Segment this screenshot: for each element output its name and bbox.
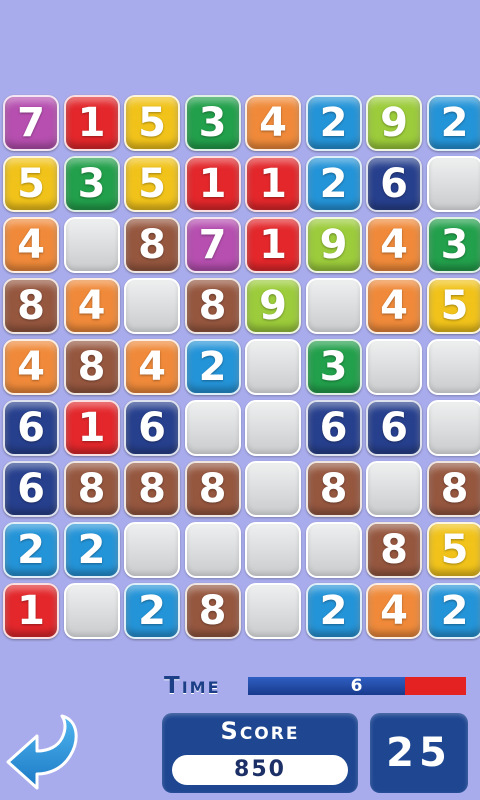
empty-cell[interactable] — [305, 278, 362, 334]
number-tile-9[interactable]: 9 — [366, 95, 422, 151]
number-tile-8[interactable]: 8 — [184, 461, 241, 517]
number-tile-2[interactable]: 2 — [305, 95, 362, 151]
number-tile-4[interactable]: 4 — [3, 339, 59, 395]
level-value: 25 — [386, 730, 452, 776]
empty-cell[interactable] — [124, 278, 180, 334]
number-tile-8[interactable]: 8 — [63, 339, 120, 395]
score-label: Score — [220, 717, 300, 745]
empty-cell[interactable] — [245, 339, 301, 395]
number-tile-8[interactable]: 8 — [63, 461, 120, 517]
empty-cell[interactable] — [426, 156, 480, 212]
time-label: Time — [164, 673, 221, 699]
empty-cell[interactable] — [305, 522, 362, 578]
empty-cell[interactable] — [63, 217, 120, 273]
number-tile-5[interactable]: 5 — [124, 95, 180, 151]
number-tile-6[interactable]: 6 — [124, 400, 180, 456]
number-tile-1[interactable]: 1 — [245, 156, 301, 212]
empty-cell[interactable] — [245, 461, 301, 517]
number-tile-3[interactable]: 3 — [305, 339, 362, 395]
number-tile-6[interactable]: 6 — [3, 400, 59, 456]
empty-cell[interactable] — [245, 400, 301, 456]
number-tile-8[interactable]: 8 — [305, 461, 362, 517]
empty-cell[interactable] — [426, 400, 480, 456]
number-tile-4[interactable]: 4 — [3, 217, 59, 273]
number-tile-1[interactable]: 1 — [63, 400, 120, 456]
number-tile-9[interactable]: 9 — [245, 278, 301, 334]
number-tile-2[interactable]: 2 — [426, 95, 480, 151]
number-tile-3[interactable]: 3 — [426, 217, 480, 273]
empty-cell[interactable] — [124, 522, 180, 578]
curved-back-arrow-icon — [6, 714, 78, 790]
number-tile-4[interactable]: 4 — [124, 339, 180, 395]
number-tile-1[interactable]: 1 — [63, 95, 120, 151]
empty-cell[interactable] — [245, 583, 301, 639]
score-value: 850 — [172, 755, 348, 785]
number-tile-7[interactable]: 7 — [184, 217, 241, 273]
number-tile-4[interactable]: 4 — [366, 278, 422, 334]
number-tile-8[interactable]: 8 — [184, 583, 241, 639]
number-tile-6[interactable]: 6 — [366, 400, 422, 456]
number-tile-4[interactable]: 4 — [63, 278, 120, 334]
number-tile-5[interactable]: 5 — [426, 278, 480, 334]
empty-cell[interactable] — [366, 461, 422, 517]
number-tile-5[interactable]: 5 — [124, 156, 180, 212]
number-tile-9[interactable]: 9 — [305, 217, 362, 273]
time-value: 6 — [350, 676, 364, 696]
number-tile-7[interactable]: 7 — [3, 95, 59, 151]
number-tile-2[interactable]: 2 — [124, 583, 180, 639]
number-tile-1[interactable]: 1 — [184, 156, 241, 212]
game-board: 7153429253511264871943848945484236166668… — [0, 92, 480, 662]
level-panel: 25 — [370, 713, 468, 793]
number-tile-2[interactable]: 2 — [184, 339, 241, 395]
empty-cell[interactable] — [63, 583, 120, 639]
number-tile-4[interactable]: 4 — [366, 583, 422, 639]
number-tile-4[interactable]: 4 — [245, 95, 301, 151]
empty-cell[interactable] — [184, 400, 241, 456]
number-tile-5[interactable]: 5 — [426, 522, 480, 578]
number-tile-3[interactable]: 3 — [63, 156, 120, 212]
empty-cell[interactable] — [245, 522, 301, 578]
number-tile-6[interactable]: 6 — [366, 156, 422, 212]
number-tile-8[interactable]: 8 — [366, 522, 422, 578]
empty-cell[interactable] — [366, 339, 422, 395]
back-button[interactable] — [4, 712, 84, 796]
time-bar: 6 — [248, 677, 466, 695]
number-tile-2[interactable]: 2 — [63, 522, 120, 578]
number-tile-8[interactable]: 8 — [124, 461, 180, 517]
number-tile-2[interactable]: 2 — [426, 583, 480, 639]
empty-cell[interactable] — [426, 339, 480, 395]
number-tile-1[interactable]: 1 — [245, 217, 301, 273]
score-panel: Score 850 — [162, 713, 358, 793]
number-tile-1[interactable]: 1 — [3, 583, 59, 639]
number-tile-4[interactable]: 4 — [366, 217, 422, 273]
number-tile-6[interactable]: 6 — [305, 400, 362, 456]
number-tile-8[interactable]: 8 — [3, 278, 59, 334]
number-tile-2[interactable]: 2 — [3, 522, 59, 578]
number-tile-5[interactable]: 5 — [3, 156, 59, 212]
number-tile-2[interactable]: 2 — [305, 583, 362, 639]
number-tile-6[interactable]: 6 — [3, 461, 59, 517]
number-tile-8[interactable]: 8 — [426, 461, 480, 517]
number-tile-8[interactable]: 8 — [184, 278, 241, 334]
empty-cell[interactable] — [184, 522, 241, 578]
number-tile-3[interactable]: 3 — [184, 95, 241, 151]
number-tile-8[interactable]: 8 — [124, 217, 180, 273]
number-tile-2[interactable]: 2 — [305, 156, 362, 212]
